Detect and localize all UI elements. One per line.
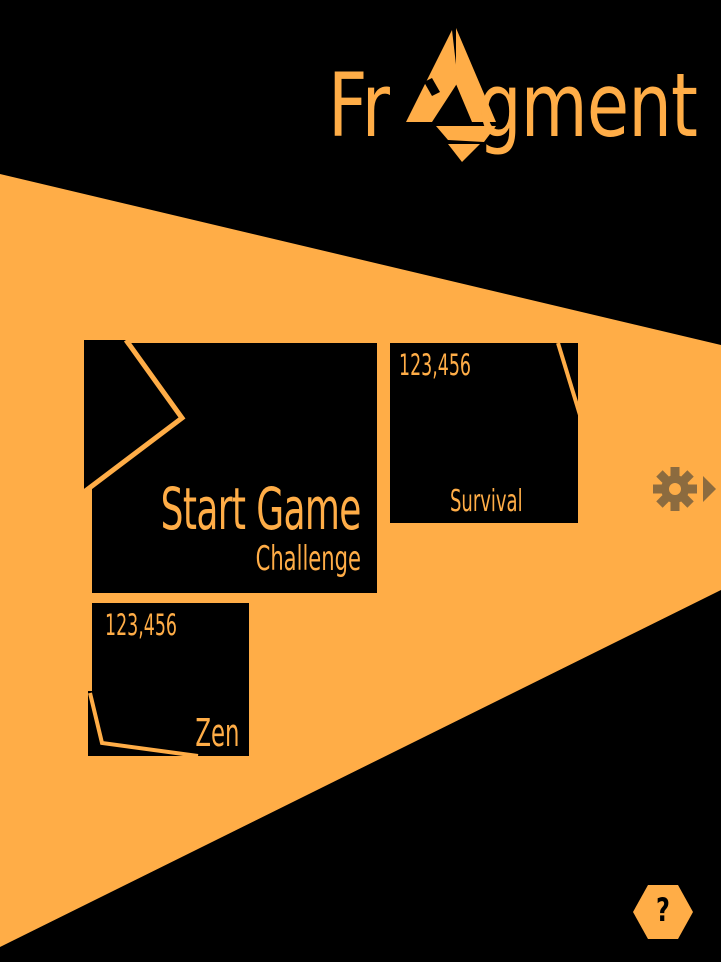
game-logo: Fr gment xyxy=(326,22,700,167)
zen-mode-label: Zen xyxy=(194,711,239,755)
help-button[interactable]: ? xyxy=(632,883,694,941)
logo-text-prefix: Fr xyxy=(328,54,390,157)
survival-high-score: 123,456 xyxy=(399,348,471,382)
gear-icon xyxy=(653,467,716,511)
question-mark-icon: ? xyxy=(656,891,670,929)
chevron-right-icon xyxy=(703,476,716,502)
zen-mode-tile[interactable]: 123,456 Zen xyxy=(88,603,249,756)
settings-button[interactable] xyxy=(652,466,718,512)
logo-text-suffix: gment xyxy=(478,54,698,157)
start-game-label: Start Game xyxy=(160,475,362,543)
survival-mode-tile[interactable]: 123,456 Survival xyxy=(390,343,584,523)
zen-high-score: 123,456 xyxy=(105,608,177,642)
challenge-mode-label: Challenge xyxy=(255,539,361,579)
survival-mode-label: Survival xyxy=(450,484,523,519)
start-game-challenge-tile[interactable]: Start Game Challenge xyxy=(84,340,377,593)
